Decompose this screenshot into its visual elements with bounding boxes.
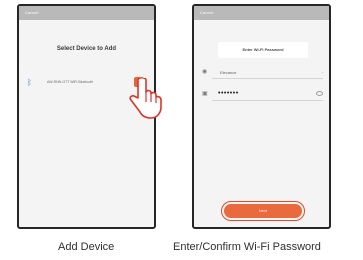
bluetooth-icon: ᛒ [27,78,32,87]
device-list-item[interactable]: ᛒ AW-RNN-OTT WiFi-Bluetooth + [25,76,148,92]
page-title: Enter Wi-Fi Password [218,42,308,58]
status-bar[interactable]: Cancel [19,6,154,20]
caption-add-device: Add Device [58,241,115,253]
password-field[interactable]: ▣ ••••••• [202,90,323,101]
next-button[interactable]: Next [224,204,302,218]
wifi-network-field[interactable]: ◉ Elevance › [202,68,323,79]
phone-screen-add-device: Cancel Select Device to Add ᛒ AW-RNN-OTT… [17,4,156,229]
chevron-right-icon: › [321,70,323,75]
network-name: Elevance [220,70,237,75]
device-name: AW-RNN-OTT WiFi-Bluetooth [47,80,94,84]
add-device-button[interactable]: + [134,77,144,87]
wifi-icon: ◉ [202,69,208,75]
eye-icon[interactable] [316,91,323,96]
password-value: ••••••• [218,90,239,97]
status-bar[interactable]: Cancel [194,6,329,20]
lock-icon: ▣ [202,91,208,97]
phone-screen-wifi-password: Cancel Enter Wi-Fi Password ◉ Elevance ›… [192,4,331,229]
caption-wifi-password: Enter/Confirm Wi-Fi Password [173,241,321,253]
page-title: Select Device to Add [56,46,117,52]
